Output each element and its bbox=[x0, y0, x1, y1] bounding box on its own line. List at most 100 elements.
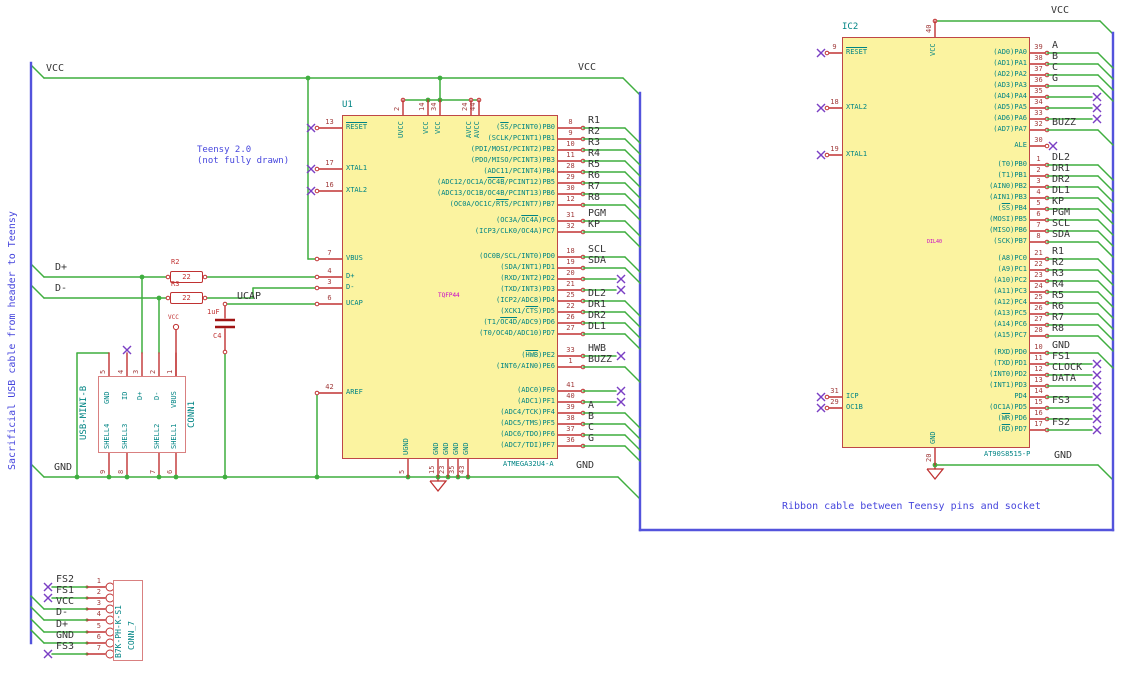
net-label[interactable]: GND bbox=[54, 463, 72, 473]
ic2-net-label[interactable]: R3 bbox=[1052, 269, 1064, 279]
u1-net-label[interactable]: DR1 bbox=[588, 300, 606, 310]
r2-ref[interactable]: R2 bbox=[171, 259, 179, 266]
schematic-canvas[interactable]: Teensy 2.0 (not fully drawn) Sacrificial… bbox=[0, 0, 1131, 690]
conn1-pin-name: SHELL2 bbox=[153, 423, 161, 449]
ic2-pin-name: (AD4)PA4 bbox=[993, 92, 1027, 100]
conn1-pin-number: 7 bbox=[149, 469, 157, 474]
u1-pin-name: (PDI/MOSI/PCINT2)PB2 bbox=[470, 145, 555, 153]
ic2-net-label[interactable]: CLOCK bbox=[1052, 363, 1082, 373]
ic2-pin-name: (AIN0)PB2 bbox=[989, 182, 1027, 190]
r3-ref[interactable]: R3 bbox=[171, 281, 179, 288]
u1-net-label[interactable]: R1 bbox=[588, 116, 600, 126]
net-label[interactable]: GND bbox=[1054, 451, 1072, 461]
conn1-pin-number: 4 bbox=[117, 369, 125, 374]
ic2-net-label[interactable]: DL2 bbox=[1052, 153, 1070, 163]
u1-net-label[interactable]: R7 bbox=[588, 182, 600, 192]
ic2-net-label[interactable]: DL1 bbox=[1052, 186, 1070, 196]
u1-value[interactable]: ATMEGA32U4-A bbox=[503, 461, 554, 468]
u1-net-label[interactable]: SCL bbox=[588, 245, 606, 255]
u1-net-label[interactable]: R5 bbox=[588, 160, 600, 170]
net-label[interactable]: VCC bbox=[46, 64, 64, 74]
ic2-net-label[interactable]: R8 bbox=[1052, 324, 1064, 334]
ic2-pin-name: (AD1)PA1 bbox=[993, 59, 1027, 67]
ic2-value[interactable]: AT90S8515-P bbox=[984, 451, 1030, 458]
u1-net-label[interactable]: R8 bbox=[588, 193, 600, 203]
u1-net-label[interactable]: R4 bbox=[588, 149, 600, 159]
conn7-net-label[interactable]: VCC bbox=[56, 597, 74, 607]
ic2-net-label[interactable]: SDA bbox=[1052, 230, 1070, 240]
ic2-ref[interactable]: IC2 bbox=[842, 23, 858, 32]
u1-net-label[interactable]: DR2 bbox=[588, 311, 606, 321]
u1-pin-name: (ADC1)PF1 bbox=[517, 397, 555, 405]
net-label[interactable]: UCAP bbox=[237, 292, 261, 302]
conn1-value[interactable]: USB-MINI-B bbox=[79, 386, 89, 440]
conn7-net-label[interactable]: D- bbox=[56, 608, 68, 618]
conn7-net-label[interactable]: FS1 bbox=[56, 586, 74, 596]
u1-pin-number: 4 bbox=[327, 267, 332, 275]
conn7-value[interactable]: B7K-PH-K-S1 bbox=[114, 605, 123, 658]
ic2-net-label[interactable]: C bbox=[1052, 63, 1058, 73]
u1-net-label[interactable]: R6 bbox=[588, 171, 600, 181]
conn7-ref[interactable]: CONN_7 bbox=[127, 621, 136, 650]
net-label[interactable]: D- bbox=[55, 284, 67, 294]
u1-net-label[interactable]: PGM bbox=[588, 209, 606, 219]
ic2-net-label[interactable]: GND bbox=[1052, 341, 1070, 351]
ic2-pin-name: (INT0)PD2 bbox=[989, 370, 1027, 378]
conn7-net-label[interactable]: FS3 bbox=[56, 642, 74, 652]
c4-value[interactable]: 1uF bbox=[207, 309, 220, 316]
net-label[interactable]: VCC bbox=[1051, 6, 1069, 16]
u1-pin-name: (ADC6/TDO)PF6 bbox=[500, 430, 555, 438]
net-label[interactable]: D+ bbox=[55, 263, 67, 273]
ic2-net-label[interactable]: R5 bbox=[1052, 291, 1064, 301]
u1-net-label[interactable]: R2 bbox=[588, 127, 600, 137]
u1-net-label[interactable]: R3 bbox=[588, 138, 600, 148]
ic2-net-label[interactable]: A bbox=[1052, 41, 1058, 51]
conn7-net-label[interactable]: FS2 bbox=[56, 575, 74, 585]
u1-net-label[interactable]: A bbox=[588, 401, 594, 411]
u1-net-label[interactable]: BUZZ bbox=[588, 355, 612, 365]
ic2-net-label[interactable]: R4 bbox=[1052, 280, 1064, 290]
u1-pin-name: (PDO/MISO/PCINT3)PB3 bbox=[470, 156, 555, 164]
c4-ref[interactable]: C4 bbox=[213, 333, 221, 340]
r3-value[interactable]: 22 bbox=[170, 293, 203, 303]
u1-pin-number: 35 bbox=[448, 465, 456, 474]
ic2-net-label[interactable]: DR2 bbox=[1052, 175, 1070, 185]
ic2-net-label[interactable]: BUZZ bbox=[1052, 118, 1076, 128]
ic2-net-label[interactable]: R7 bbox=[1052, 313, 1064, 323]
u1-net-label[interactable]: DL2 bbox=[588, 289, 606, 299]
ic2-net-label[interactable]: KP bbox=[1052, 197, 1064, 207]
ic2-net-label[interactable]: DATA bbox=[1052, 374, 1076, 384]
u1-ref[interactable]: U1 bbox=[342, 101, 353, 110]
u1-pin-name: (ADC13/OC1B/OC4B/PCINT13)PB6 bbox=[436, 189, 555, 197]
u1-net-label[interactable]: SDA bbox=[588, 256, 606, 266]
u1-net-label[interactable]: G bbox=[588, 434, 594, 444]
u1-pin-name: AVCC bbox=[465, 121, 473, 139]
ic2-net-label[interactable]: PGM bbox=[1052, 208, 1070, 218]
ic2-net-label[interactable]: B bbox=[1052, 52, 1058, 62]
u1-net-label[interactable]: KP bbox=[588, 220, 600, 230]
conn7-net-label[interactable]: GND bbox=[56, 631, 74, 641]
conn7-net-label[interactable]: D+ bbox=[56, 620, 68, 630]
conn1-pin-number: 5 bbox=[99, 369, 107, 374]
ic2-net-label[interactable]: R2 bbox=[1052, 258, 1064, 268]
net-label[interactable]: GND bbox=[576, 461, 594, 471]
ic2-net-label[interactable]: R6 bbox=[1052, 302, 1064, 312]
conn1-ref[interactable]: CONN1 bbox=[187, 401, 197, 428]
u1-net-label[interactable]: HWB bbox=[588, 344, 606, 354]
annotation-teensy-2: (not fully drawn) bbox=[197, 156, 290, 166]
u1-pin-name: GND bbox=[442, 442, 450, 455]
ic2-pin-number: 2 bbox=[1036, 166, 1041, 174]
u1-net-label[interactable]: C bbox=[588, 423, 594, 433]
ic2-net-label[interactable]: FS1 bbox=[1052, 352, 1070, 362]
ic2-net-label[interactable]: R1 bbox=[1052, 247, 1064, 257]
ic2-net-label[interactable]: SCL bbox=[1052, 219, 1070, 229]
ic2-net-label[interactable]: G bbox=[1052, 74, 1058, 84]
ic2-net-label[interactable]: FS2 bbox=[1052, 418, 1070, 428]
u1-net-label[interactable]: DL1 bbox=[588, 322, 606, 332]
ic2-net-label[interactable]: DR1 bbox=[1052, 164, 1070, 174]
ic2-pin-number: 19 bbox=[830, 145, 839, 153]
net-label[interactable]: VCC bbox=[578, 63, 596, 73]
u1-net-label[interactable]: B bbox=[588, 412, 594, 422]
ic2-net-label[interactable]: FS3 bbox=[1052, 396, 1070, 406]
u1-pin-name: UVCC bbox=[397, 121, 405, 139]
